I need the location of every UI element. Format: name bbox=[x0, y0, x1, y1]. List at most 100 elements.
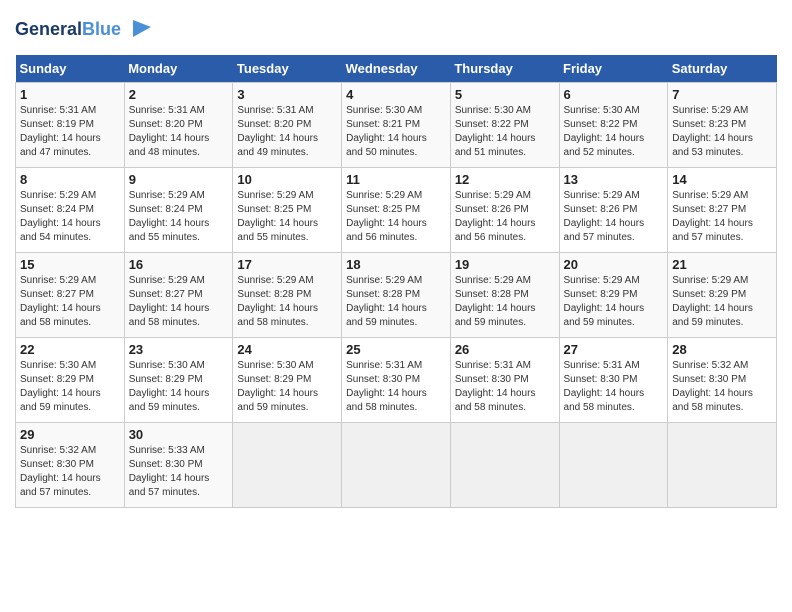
calendar-week-row: 22 Sunrise: 5:30 AMSunset: 8:29 PMDayligh… bbox=[16, 338, 777, 423]
day-number: 29 bbox=[20, 427, 120, 442]
day-number: 3 bbox=[237, 87, 337, 102]
calendar-cell: 25 Sunrise: 5:31 AMSunset: 8:30 PMDayligh… bbox=[342, 338, 451, 423]
day-info: Sunrise: 5:30 AMSunset: 8:22 PMDaylight:… bbox=[564, 104, 664, 160]
day-number: 9 bbox=[129, 172, 229, 187]
day-number: 23 bbox=[129, 342, 229, 357]
day-number: 10 bbox=[237, 172, 337, 187]
calendar-body: 1Sunrise: 5:31 AMSunset: 8:19 PMDaylight… bbox=[16, 83, 777, 508]
day-info: Sunrise: 5:30 AMSunset: 8:29 PMDaylight:… bbox=[237, 359, 337, 415]
day-info: Sunrise: 5:30 AMSunset: 8:29 PMDaylight:… bbox=[129, 359, 229, 415]
day-info: Sunrise: 5:29 AMSunset: 8:26 PMDaylight:… bbox=[564, 189, 664, 245]
calendar-cell: 18Sunrise: 5:29 AMSunset: 8:28 PMDayligh… bbox=[342, 253, 451, 338]
day-info: Sunrise: 5:29 AMSunset: 8:25 PMDaylight:… bbox=[346, 189, 446, 245]
calendar-week-row: 15 Sunrise: 5:29 AMSunset: 8:27 PMDayligh… bbox=[16, 253, 777, 338]
calendar-cell: 13 Sunrise: 5:29 AMSunset: 8:26 PMDayligh… bbox=[559, 168, 668, 253]
calendar-cell: 4Sunrise: 5:30 AMSunset: 8:21 PMDaylight… bbox=[342, 83, 451, 168]
day-info: Sunrise: 5:29 AMSunset: 8:27 PMDaylight:… bbox=[20, 274, 120, 330]
day-info: Sunrise: 5:29 AMSunset: 8:27 PMDaylight:… bbox=[129, 274, 229, 330]
day-info: Sunrise: 5:31 AMSunset: 8:19 PMDaylight:… bbox=[20, 104, 120, 160]
calendar-week-row: 29 Sunrise: 5:32 AMSunset: 8:30 PMDayligh… bbox=[16, 423, 777, 508]
day-header-wednesday: Wednesday bbox=[342, 55, 451, 83]
day-info: Sunrise: 5:29 AMSunset: 8:24 PMDaylight:… bbox=[129, 189, 229, 245]
day-number: 2 bbox=[129, 87, 229, 102]
day-number: 26 bbox=[455, 342, 555, 357]
day-info: Sunrise: 5:30 AMSunset: 8:29 PMDaylight:… bbox=[20, 359, 120, 415]
calendar-cell: 14Sunrise: 5:29 AMSunset: 8:27 PMDayligh… bbox=[668, 168, 777, 253]
day-number: 19 bbox=[455, 257, 555, 272]
day-info: Sunrise: 5:29 AMSunset: 8:28 PMDaylight:… bbox=[237, 274, 337, 330]
day-number: 7 bbox=[672, 87, 772, 102]
calendar-cell: 28Sunrise: 5:32 AMSunset: 8:30 PMDayligh… bbox=[668, 338, 777, 423]
calendar-cell: 10 Sunrise: 5:29 AMSunset: 8:25 PMDayligh… bbox=[233, 168, 342, 253]
day-number: 27 bbox=[564, 342, 664, 357]
calendar-cell bbox=[233, 423, 342, 508]
day-header-monday: Monday bbox=[124, 55, 233, 83]
calendar-cell: 21Sunrise: 5:29 AMSunset: 8:29 PMDayligh… bbox=[668, 253, 777, 338]
calendar-cell: 23 Sunrise: 5:30 AMSunset: 8:29 PMDayligh… bbox=[124, 338, 233, 423]
day-number: 5 bbox=[455, 87, 555, 102]
calendar-cell: 2 Sunrise: 5:31 AMSunset: 8:20 PMDaylight… bbox=[124, 83, 233, 168]
day-number: 20 bbox=[564, 257, 664, 272]
day-info: Sunrise: 5:29 AMSunset: 8:24 PMDaylight:… bbox=[20, 189, 120, 245]
logo-icon bbox=[123, 15, 153, 45]
day-number: 17 bbox=[237, 257, 337, 272]
day-info: Sunrise: 5:31 AMSunset: 8:30 PMDaylight:… bbox=[564, 359, 664, 415]
calendar-cell: 1Sunrise: 5:31 AMSunset: 8:19 PMDaylight… bbox=[16, 83, 125, 168]
day-number: 25 bbox=[346, 342, 446, 357]
calendar-cell: 22 Sunrise: 5:30 AMSunset: 8:29 PMDayligh… bbox=[16, 338, 125, 423]
day-info: Sunrise: 5:30 AMSunset: 8:22 PMDaylight:… bbox=[455, 104, 555, 160]
calendar-cell: 11 Sunrise: 5:29 AMSunset: 8:25 PMDayligh… bbox=[342, 168, 451, 253]
calendar-week-row: 8 Sunrise: 5:29 AMSunset: 8:24 PMDaylight… bbox=[16, 168, 777, 253]
day-header-saturday: Saturday bbox=[668, 55, 777, 83]
page-header: GeneralBlue bbox=[15, 15, 777, 45]
calendar-cell bbox=[450, 423, 559, 508]
day-number: 14 bbox=[672, 172, 772, 187]
calendar-cell: 9 Sunrise: 5:29 AMSunset: 8:24 PMDaylight… bbox=[124, 168, 233, 253]
calendar-cell bbox=[559, 423, 668, 508]
day-info: Sunrise: 5:32 AMSunset: 8:30 PMDaylight:… bbox=[20, 444, 120, 500]
calendar-cell: 19Sunrise: 5:29 AMSunset: 8:28 PMDayligh… bbox=[450, 253, 559, 338]
day-number: 12 bbox=[455, 172, 555, 187]
day-number: 22 bbox=[20, 342, 120, 357]
day-info: Sunrise: 5:31 AMSunset: 8:20 PMDaylight:… bbox=[237, 104, 337, 160]
day-header-thursday: Thursday bbox=[450, 55, 559, 83]
day-number: 6 bbox=[564, 87, 664, 102]
day-number: 15 bbox=[20, 257, 120, 272]
day-header-friday: Friday bbox=[559, 55, 668, 83]
calendar-cell: 17 Sunrise: 5:29 AMSunset: 8:28 PMDayligh… bbox=[233, 253, 342, 338]
calendar-cell: 27 Sunrise: 5:31 AMSunset: 8:30 PMDayligh… bbox=[559, 338, 668, 423]
calendar-week-row: 1Sunrise: 5:31 AMSunset: 8:19 PMDaylight… bbox=[16, 83, 777, 168]
calendar-cell: 26Sunrise: 5:31 AMSunset: 8:30 PMDayligh… bbox=[450, 338, 559, 423]
day-info: Sunrise: 5:31 AMSunset: 8:20 PMDaylight:… bbox=[129, 104, 229, 160]
day-header-tuesday: Tuesday bbox=[233, 55, 342, 83]
calendar-cell bbox=[668, 423, 777, 508]
logo-text: GeneralBlue bbox=[15, 20, 121, 40]
calendar-cell: 7Sunrise: 5:29 AMSunset: 8:23 PMDaylight… bbox=[668, 83, 777, 168]
calendar-cell: 30 Sunrise: 5:33 AMSunset: 8:30 PMDayligh… bbox=[124, 423, 233, 508]
day-number: 11 bbox=[346, 172, 446, 187]
day-info: Sunrise: 5:29 AMSunset: 8:28 PMDaylight:… bbox=[346, 274, 446, 330]
day-number: 16 bbox=[129, 257, 229, 272]
day-info: Sunrise: 5:31 AMSunset: 8:30 PMDaylight:… bbox=[346, 359, 446, 415]
day-info: Sunrise: 5:29 AMSunset: 8:29 PMDaylight:… bbox=[672, 274, 772, 330]
day-number: 4 bbox=[346, 87, 446, 102]
calendar-cell: 6 Sunrise: 5:30 AMSunset: 8:22 PMDaylight… bbox=[559, 83, 668, 168]
calendar-cell: 3 Sunrise: 5:31 AMSunset: 8:20 PMDaylight… bbox=[233, 83, 342, 168]
calendar-cell: 8 Sunrise: 5:29 AMSunset: 8:24 PMDaylight… bbox=[16, 168, 125, 253]
day-number: 8 bbox=[20, 172, 120, 187]
calendar-cell: 12 Sunrise: 5:29 AMSunset: 8:26 PMDayligh… bbox=[450, 168, 559, 253]
day-header-sunday: Sunday bbox=[16, 55, 125, 83]
calendar-header-row: SundayMondayTuesdayWednesdayThursdayFrid… bbox=[16, 55, 777, 83]
day-number: 24 bbox=[237, 342, 337, 357]
day-number: 30 bbox=[129, 427, 229, 442]
day-info: Sunrise: 5:29 AMSunset: 8:25 PMDaylight:… bbox=[237, 189, 337, 245]
calendar-cell: 16 Sunrise: 5:29 AMSunset: 8:27 PMDayligh… bbox=[124, 253, 233, 338]
calendar-cell: 24 Sunrise: 5:30 AMSunset: 8:29 PMDayligh… bbox=[233, 338, 342, 423]
day-info: Sunrise: 5:33 AMSunset: 8:30 PMDaylight:… bbox=[129, 444, 229, 500]
day-info: Sunrise: 5:29 AMSunset: 8:29 PMDaylight:… bbox=[564, 274, 664, 330]
calendar-cell: 15 Sunrise: 5:29 AMSunset: 8:27 PMDayligh… bbox=[16, 253, 125, 338]
calendar-cell bbox=[342, 423, 451, 508]
day-number: 13 bbox=[564, 172, 664, 187]
logo: GeneralBlue bbox=[15, 15, 153, 45]
day-info: Sunrise: 5:29 AMSunset: 8:26 PMDaylight:… bbox=[455, 189, 555, 245]
